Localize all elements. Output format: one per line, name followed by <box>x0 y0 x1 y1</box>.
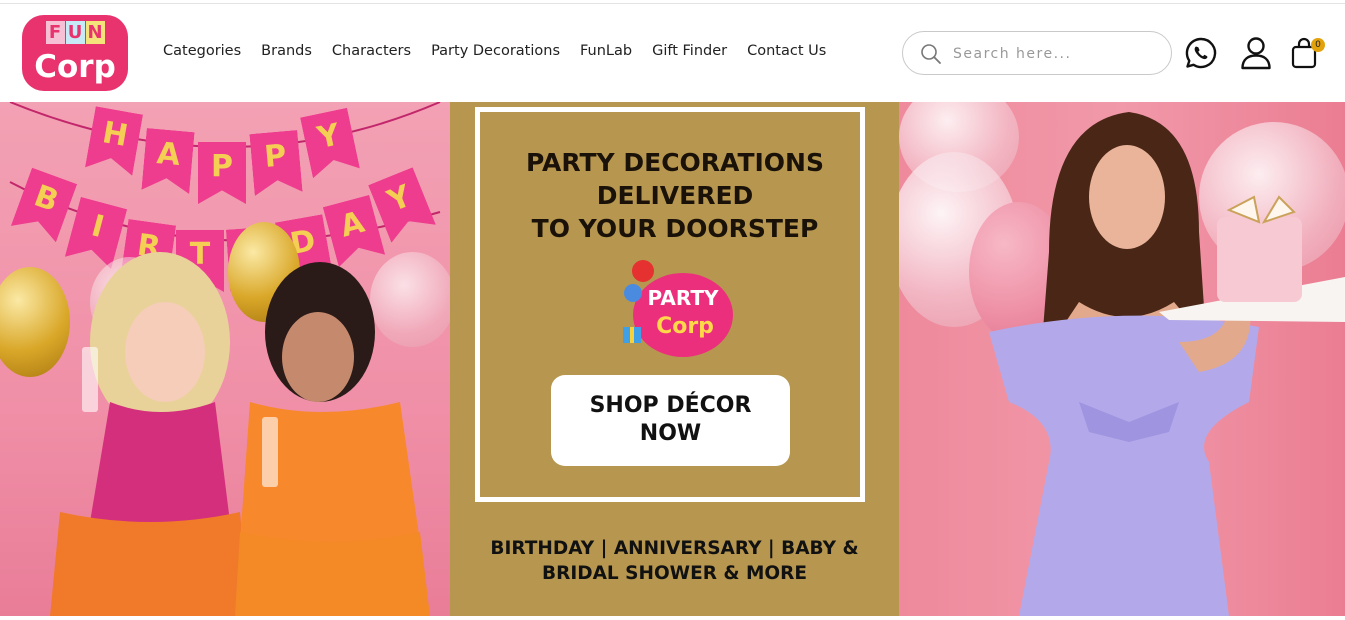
logo-letter: F <box>45 21 65 44</box>
banner-right-woman-cake[interactable] <box>899 102 1345 616</box>
woman-with-cake-illustration <box>989 112 1345 616</box>
occasions-text: BIRTHDAY | ANNIVERSARY | BABY & BRIDAL S… <box>450 536 899 586</box>
headline-line: PARTY DECORATIONS <box>526 148 824 177</box>
nav-item-funlab[interactable]: FunLab <box>580 43 632 59</box>
party-women-illustration <box>50 252 430 616</box>
nav-item-brands[interactable]: Brands <box>261 43 312 59</box>
banner-center-party-decorations[interactable]: PARTY DECORATIONS DELIVERED TO YOUR DOOR… <box>450 102 899 616</box>
nav-item-characters[interactable]: Characters <box>332 43 411 59</box>
headline-line: DELIVERED <box>596 181 754 210</box>
occasions-line: BIRTHDAY | ANNIVERSARY | BABY & <box>490 538 859 559</box>
nav-item-categories[interactable]: Categories <box>163 43 241 59</box>
headline-line: TO YOUR DOORSTEP <box>531 214 819 243</box>
party-logo-top-text: PARTY <box>648 286 719 310</box>
site-header: F U N Corp Categories Brands Characters … <box>0 4 1345 102</box>
main-nav: Categories Brands Characters Party Decor… <box>163 43 846 59</box>
occasions-line: BRIDAL SHOWER & MORE <box>542 563 807 584</box>
partycorp-logo: PARTY Corp <box>623 260 733 357</box>
logo-fun-letters: F U N <box>34 21 116 47</box>
shop-decor-now-button[interactable]: SHOP DÉCOR NOW <box>551 375 790 466</box>
nav-item-contact-us[interactable]: Contact Us <box>747 43 826 59</box>
banner-left-birthday[interactable]: H A P P Y B I R T H D A Y <box>0 102 450 616</box>
cart-count-badge: 0 <box>1311 38 1325 52</box>
logo-corp-text: Corp <box>34 49 116 85</box>
nav-item-gift-finder[interactable]: Gift Finder <box>652 43 727 59</box>
shop-button-line: SHOP DÉCOR <box>589 393 752 418</box>
search-bar <box>902 31 1172 75</box>
banner-frame: PARTY DECORATIONS DELIVERED TO YOUR DOOR… <box>475 107 865 502</box>
banner-headline: PARTY DECORATIONS DELIVERED TO YOUR DOOR… <box>480 146 870 245</box>
search-input[interactable] <box>953 42 1153 66</box>
user-icon[interactable] <box>1240 36 1272 70</box>
shop-button-line: NOW <box>639 421 702 446</box>
search-icon[interactable] <box>920 43 942 65</box>
party-logo-bottom-text: Corp <box>656 314 714 339</box>
logo-letter: U <box>65 21 85 44</box>
whatsapp-icon[interactable] <box>1184 36 1218 70</box>
nav-item-party-decorations[interactable]: Party Decorations <box>431 43 560 59</box>
logo-letter: N <box>85 21 105 44</box>
funcorp-logo[interactable]: F U N Corp <box>22 15 128 91</box>
